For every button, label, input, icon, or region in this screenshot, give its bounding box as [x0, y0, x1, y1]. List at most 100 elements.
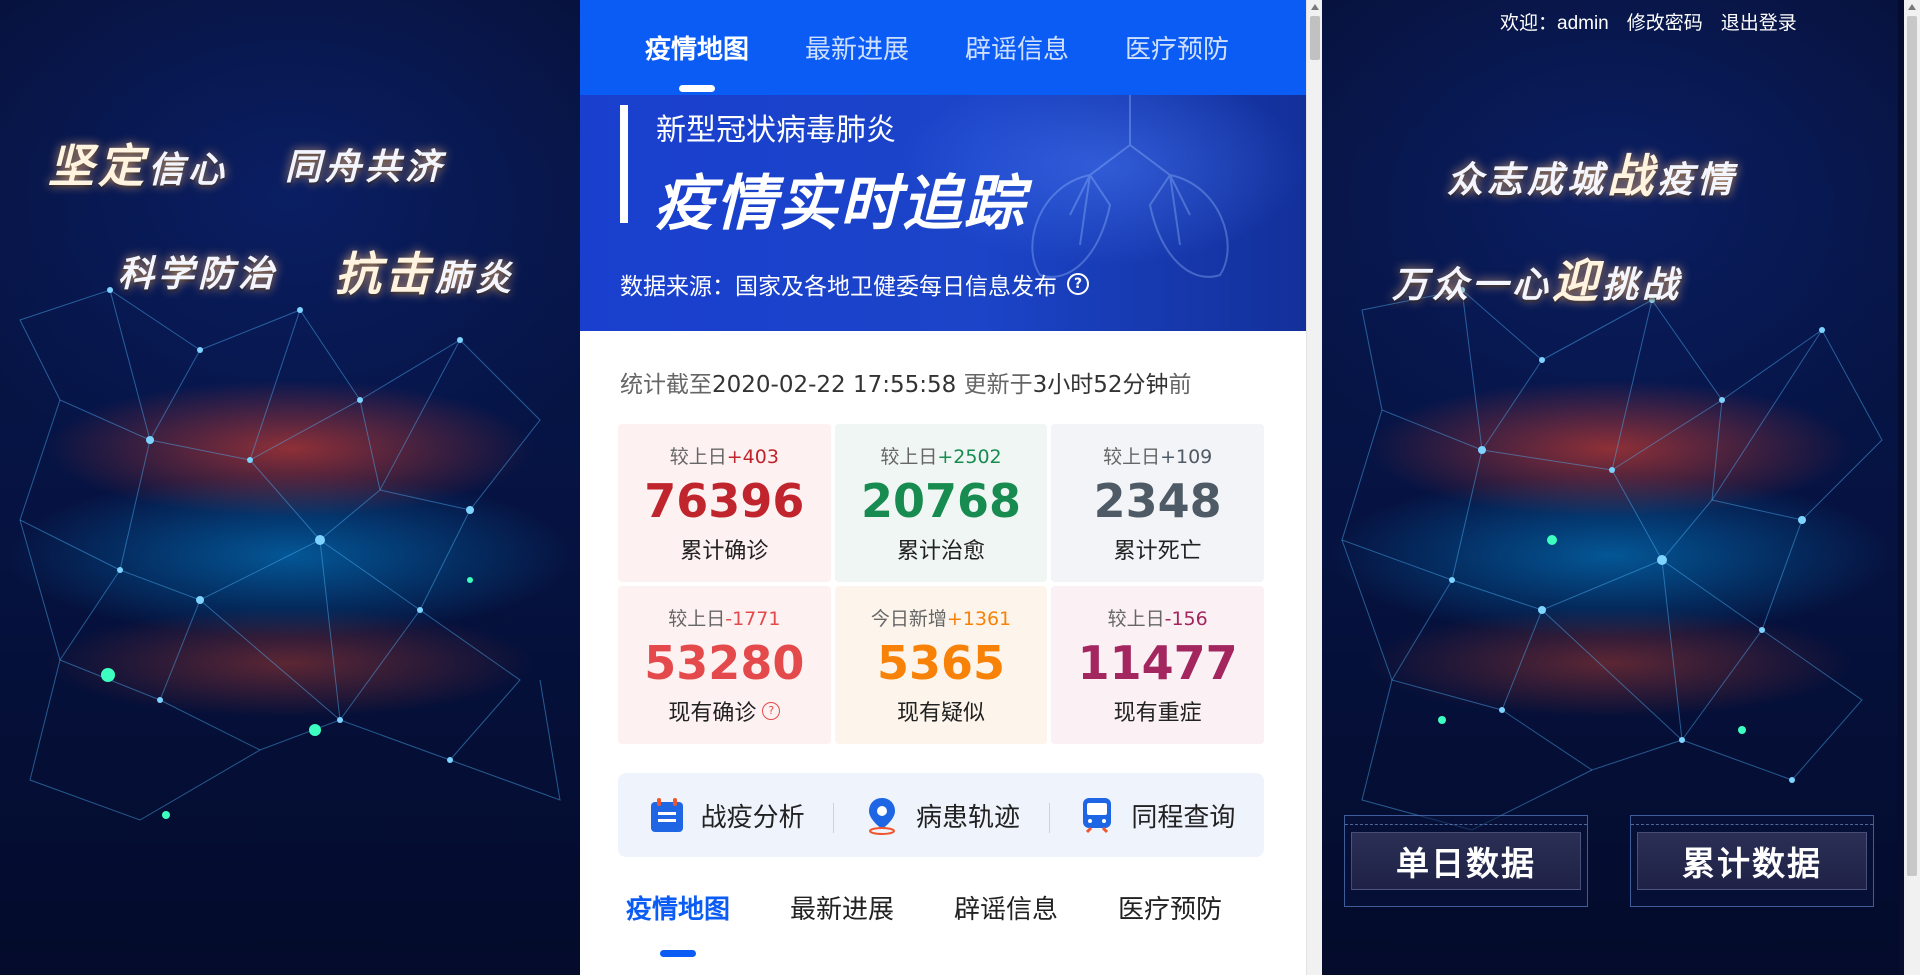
content-scrollbar[interactable] — [1306, 0, 1322, 975]
tab-rumor-info-secondary[interactable]: 辟谣信息 — [954, 890, 1058, 960]
stat-label: 现有重症 — [1114, 695, 1202, 727]
network-background-graphic — [1341, 287, 1883, 831]
cumulative-data-button[interactable]: 累计数据 — [1630, 815, 1874, 907]
quick-link-track[interactable]: 病患轨迹 — [833, 795, 1048, 835]
bottom-tab-bar: 疫情地图 最新进展 辟谣信息 医疗预防 — [580, 890, 1306, 960]
stat-cumulative-cured: 较上日+2502 20768 累计治愈 — [834, 424, 1048, 582]
tab-epidemic-map-secondary[interactable]: 疫情地图 — [626, 890, 730, 960]
stat-value: 53280 — [644, 635, 805, 690]
delta-value: +109 — [1160, 445, 1213, 468]
tab-medical-prevention[interactable]: 医疗预防 — [1125, 0, 1229, 95]
stat-label-text: 现有确诊 — [668, 700, 757, 726]
slogan-line-3: 科学防治 — [118, 253, 279, 295]
stat-label: 现有确诊? — [668, 695, 781, 727]
slogan-line-2: 同舟共济 — [285, 146, 446, 188]
stat-label: 累计死亡 — [1114, 533, 1202, 565]
page-scroll-up-arrow-icon[interactable] — [1908, 4, 1916, 10]
right-decoration-panel: 欢迎：admin 修改密码 退出登录 众志成城战疫情 万众一心迎挑战 单日数据 … — [1322, 0, 1898, 975]
header-banner: 新型冠状病毒肺炎 疫情实时追踪 数据来源：国家及各地卫健委每日信息发布 ? — [580, 95, 1306, 331]
delta-label: 较上日 — [669, 445, 727, 468]
slogan-line-4: 抗击肺炎 — [335, 247, 516, 301]
stat-value: 5365 — [876, 635, 1005, 690]
stat-time: 统计截至2020-02-22 17:55:58 更新于3小时52分钟前 — [620, 365, 1192, 399]
stat-delta: 较上日+109 — [1103, 442, 1212, 469]
stat-label-text: 累计死亡 — [1113, 538, 1202, 564]
stat-cumulative-confirmed: 较上日+403 76396 累计确诊 — [618, 424, 831, 582]
stat-current-severe: 较上日-156 11477 现有重症 — [1051, 586, 1264, 744]
tab-latest-progress-secondary[interactable]: 最新进展 — [790, 890, 894, 960]
left-decoration-panel: 坚定信心 同舟共济 科学防治 抗击肺炎 — [0, 0, 580, 975]
delta-label: 较上日 — [668, 607, 726, 630]
daily-data-label: 单日数据 — [1396, 844, 1536, 883]
banner-accent-bar — [620, 105, 628, 223]
banner-title: 疫情实时追踪 — [654, 169, 1026, 239]
top-tab-bar: 疫情地图 最新进展 辟谣信息 医疗预防 — [580, 0, 1306, 95]
delta-label: 今日新增 — [870, 607, 947, 630]
stat-current-suspected: 今日新增+1361 5365 现有疑似 — [834, 586, 1048, 744]
quick-link-analysis-label: 战疫分析 — [700, 802, 805, 833]
delta-label: 较上日 — [1107, 607, 1165, 630]
quick-link-trip[interactable]: 同程查询 — [1048, 795, 1264, 835]
tab-medical-prevention-secondary[interactable]: 医疗预防 — [1118, 890, 1222, 960]
stat-value: 20768 — [860, 473, 1022, 528]
page-scrollbar-thumb[interactable] — [1907, 16, 1917, 876]
stat-label: 现有疑似 — [897, 695, 985, 727]
daily-data-button[interactable]: 单日数据 — [1344, 815, 1588, 907]
slogan-line-1: 坚定信心 — [48, 139, 229, 193]
data-source-text: 数据来源：国家及各地卫健委每日信息发布 — [620, 274, 1057, 300]
map-pin-icon — [868, 798, 895, 835]
delta-label: 较上日 — [1103, 445, 1161, 468]
stat-label: 累计确诊 — [680, 533, 768, 565]
stat-time-ago: 3小时52分钟 — [1032, 372, 1169, 398]
network-background-graphic — [19, 287, 561, 821]
quick-link-analysis[interactable]: 战疫分析 — [618, 795, 833, 835]
stat-time-prefix: 统计截至 — [620, 372, 712, 398]
stat-datetime: 2020-02-22 17:55:58 — [712, 372, 957, 398]
change-password-link[interactable]: 修改密码 — [1627, 8, 1703, 35]
delta-value: +1361 — [946, 607, 1012, 630]
help-icon[interactable]: ? — [1067, 273, 1089, 295]
stat-time-middle: 更新于 — [963, 372, 1033, 398]
stat-cumulative-deaths: 较上日+109 2348 累计死亡 — [1051, 424, 1264, 582]
tab-latest-progress[interactable]: 最新进展 — [805, 0, 909, 95]
right-slogan-line-1: 众志成城战疫情 — [1447, 149, 1738, 203]
stat-delta: 较上日-1771 — [668, 604, 780, 631]
delta-label: 较上日 — [880, 445, 938, 468]
stat-time-suffix: 前 — [1168, 372, 1192, 398]
quick-links-bar: 战疫分析 病患轨迹 同程查询 — [618, 773, 1264, 857]
quick-link-trip-label: 同程查询 — [1131, 802, 1236, 833]
logout-link[interactable]: 退出登录 — [1721, 8, 1797, 35]
main-content: 疫情地图 最新进展 辟谣信息 医疗预防 新型冠状病毒肺炎 疫情实时追踪 数据来源… — [580, 0, 1306, 975]
stat-label-text: 现有疑似 — [896, 700, 985, 726]
data-source: 数据来源：国家及各地卫健委每日信息发布 ? — [620, 267, 1089, 301]
stat-delta: 较上日+403 — [670, 442, 779, 469]
delta-value: -1771 — [725, 607, 781, 630]
stat-delta: 今日新增+1361 — [871, 604, 1011, 631]
lungs-graphic — [1031, 95, 1229, 278]
train-icon — [1083, 798, 1112, 834]
stat-value: 2348 — [1093, 473, 1222, 528]
page-scrollbar[interactable] — [1904, 0, 1920, 975]
delta-value: +403 — [726, 445, 779, 468]
stat-label: 累计治愈 — [897, 533, 985, 565]
stat-delta: 较上日+2502 — [880, 442, 1001, 469]
help-icon[interactable]: ? — [762, 701, 781, 720]
banner-subtitle: 新型冠状病毒肺炎 — [656, 113, 896, 148]
tab-epidemic-map[interactable]: 疫情地图 — [645, 0, 749, 95]
user-bar: 欢迎：admin 修改密码 退出登录 — [1500, 8, 1797, 35]
calendar-list-icon — [650, 798, 683, 832]
scroll-up-arrow-icon[interactable] — [1311, 4, 1319, 10]
delta-value: +2502 — [937, 445, 1002, 468]
stat-label-text: 累计治愈 — [896, 538, 985, 564]
stats-grid: 较上日+403 76396 累计确诊 较上日+2502 20768 累计治愈 较… — [618, 424, 1264, 744]
right-slogan-line-2: 万众一心迎挑战 — [1392, 254, 1683, 308]
welcome-text: 欢迎：admin — [1500, 13, 1609, 34]
stat-value: 76396 — [644, 473, 805, 528]
quick-link-track-label: 病患轨迹 — [915, 802, 1020, 833]
tab-rumor-info[interactable]: 辟谣信息 — [965, 0, 1069, 95]
stat-label-text: 现有重症 — [1113, 700, 1202, 726]
stat-delta: 较上日-156 — [1108, 604, 1208, 631]
scrollbar-thumb[interactable] — [1310, 16, 1320, 60]
stat-value: 11477 — [1077, 635, 1238, 690]
cumulative-data-label: 累计数据 — [1682, 844, 1822, 883]
